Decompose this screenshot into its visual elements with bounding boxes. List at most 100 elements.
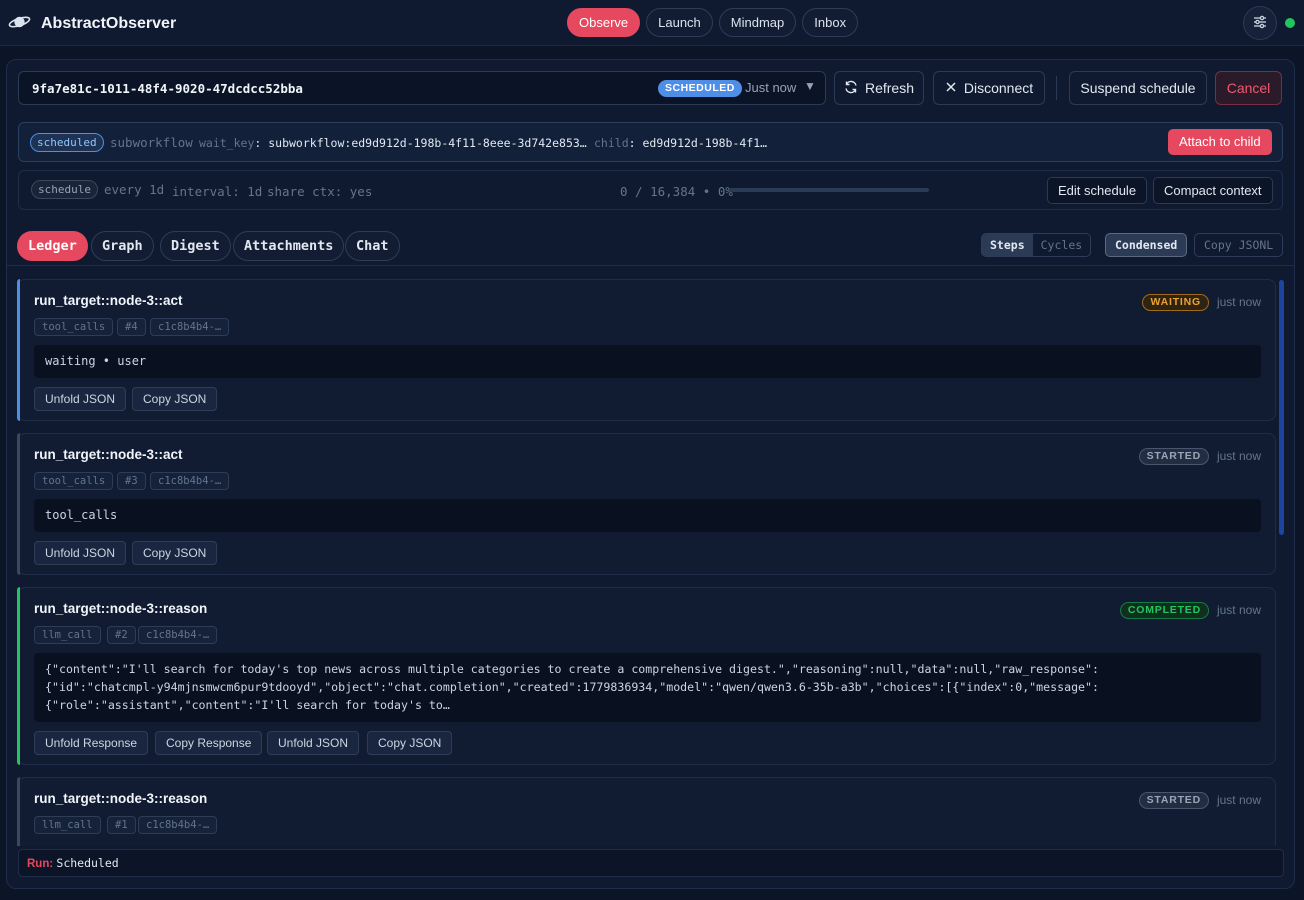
nav-mindmap[interactable]: Mindmap: [718, 8, 797, 37]
entry-time: just now: [1216, 295, 1261, 309]
condensed-toggle[interactable]: Condensed: [1105, 233, 1188, 257]
schedule-every: every 1d: [104, 182, 165, 197]
entry-content: {"content":"I'll search for today's top …: [34, 653, 1261, 722]
entry-seq-chip: #1: [107, 816, 136, 834]
ledger-list: run_target::node-3::act WAITING just now…: [7, 266, 1294, 846]
run-selector[interactable]: 9fa7e81c-1011-48f4-9020-47dcdcc52bba SCH…: [18, 71, 826, 105]
app-title: AbstractObserver: [41, 14, 177, 32]
suspend-schedule-button[interactable]: Suspend schedule: [1069, 71, 1207, 105]
unfold-response-button[interactable]: Unfold Response: [34, 731, 149, 755]
wait-info-row: scheduled subworkflow wait_key: subworkf…: [18, 122, 1283, 162]
entry-seq-chip: #3: [117, 472, 146, 490]
top-bar: AbstractObserver Observe Launch Mindmap …: [0, 0, 1304, 46]
tab-digest[interactable]: Digest: [160, 231, 231, 261]
entry-type-chip: tool_calls: [34, 318, 114, 336]
footer-label: Run:: [27, 858, 54, 870]
entry-title: run_target::node-3::act: [34, 293, 183, 308]
entry-seq-chip: #2: [107, 626, 136, 644]
ledger-entry[interactable]: run_target::node-3::reason STARTED just …: [17, 777, 1276, 846]
schedule-share-ctx: share ctx: yes: [267, 184, 373, 199]
entry-title: run_target::node-3::act: [34, 447, 183, 462]
close-icon: [945, 80, 957, 96]
child-id: child: ed9d912d-198b-4f1…: [594, 136, 767, 150]
status-badge: COMPLETED: [1119, 602, 1209, 619]
child-label: child: [594, 136, 629, 150]
tab-chat[interactable]: Chat: [345, 231, 400, 261]
entry-time: just now: [1216, 449, 1261, 463]
status-badge: WAITING: [1142, 294, 1209, 311]
edit-schedule-button[interactable]: Edit schedule: [1047, 177, 1148, 204]
planet-logo-icon: [8, 12, 31, 35]
entry-time: just now: [1216, 793, 1261, 807]
context-progress-bar: [729, 188, 929, 192]
entry-id-chip: c1c8b4b4-…: [138, 626, 218, 644]
tab-attachments[interactable]: Attachments: [233, 231, 345, 261]
status-badge: STARTED: [1138, 448, 1209, 465]
toolbar-divider: [1056, 76, 1057, 100]
ledger-entry[interactable]: run_target::node-3::act STARTED just now…: [17, 433, 1276, 575]
wait-kind: subworkflow: [110, 135, 193, 150]
copy-json-button[interactable]: Copy JSON: [132, 541, 218, 565]
child-value: : ed9d912d-198b-4f1…: [628, 136, 768, 150]
refresh-icon: [844, 80, 858, 97]
content-line: {"content":"I'll search for today's top …: [45, 662, 1099, 676]
content-line: tool_calls: [45, 508, 118, 522]
entry-seq-chip: #4: [117, 318, 146, 336]
entry-id-chip: c1c8b4b4-…: [150, 318, 230, 336]
content-line: waiting • user: [45, 354, 147, 368]
cancel-button[interactable]: Cancel: [1215, 71, 1282, 105]
wait-key-value: : subworkflow:ed9d912d-198b-4f11-8eee-3d…: [254, 136, 587, 150]
tab-graph[interactable]: Graph: [91, 231, 154, 261]
content-line: {"id":"chatcmpl-y94mjnsmwcm6pur9tdooyd",…: [45, 680, 1099, 694]
entry-id-chip: c1c8b4b4-…: [138, 816, 218, 834]
schedule-row: schedule every 1d interval: 1d share ctx…: [18, 170, 1283, 210]
settings-button[interactable]: [1243, 6, 1277, 40]
connection-status-dot: [1285, 18, 1295, 28]
unfold-json-button[interactable]: Unfold JSON: [267, 731, 360, 755]
tab-ledger[interactable]: Ledger: [17, 231, 88, 261]
run-time: Just now: [745, 80, 797, 95]
main-nav: Observe Launch Mindmap Inbox: [567, 8, 859, 37]
steps-toggle[interactable]: Steps: [982, 234, 1033, 256]
nav-observe[interactable]: Observe: [567, 8, 641, 37]
entry-title: run_target::node-3::reason: [34, 601, 208, 616]
disconnect-label: Disconnect: [963, 80, 1034, 96]
schedule-badge: schedule: [31, 180, 98, 199]
context-usage-text: 0 / 16,384 • 0%: [620, 184, 733, 199]
nav-inbox[interactable]: Inbox: [802, 8, 859, 37]
entry-time: just now: [1216, 603, 1261, 617]
entry-stripe: [17, 777, 20, 846]
view-mode-toggle: Steps Cycles: [981, 233, 1092, 257]
copy-jsonl-button[interactable]: Copy JSONL: [1194, 233, 1284, 257]
schedule-interval: interval: 1d: [172, 184, 263, 199]
run-status-badge: SCHEDULED: [658, 80, 742, 97]
wait-key: wait_key: subworkflow:ed9d912d-198b-4f11…: [199, 136, 587, 150]
unfold-json-button[interactable]: Unfold JSON: [34, 387, 127, 411]
chevron-down-icon[interactable]: ▼: [804, 79, 816, 93]
wait-status-badge: scheduled: [30, 133, 104, 152]
status-badge: STARTED: [1138, 792, 1209, 809]
entry-stripe: [17, 279, 20, 421]
unfold-json-button[interactable]: Unfold JSON: [34, 541, 127, 565]
disconnect-button[interactable]: Disconnect: [933, 71, 1045, 105]
copy-json-button[interactable]: Copy JSON: [367, 731, 453, 755]
entry-id-chip: c1c8b4b4-…: [150, 472, 230, 490]
ledger-entry[interactable]: run_target::node-3::reason COMPLETED jus…: [17, 587, 1276, 765]
brand[interactable]: AbstractObserver: [8, 12, 176, 35]
ledger-entry[interactable]: run_target::node-3::act WAITING just now…: [17, 279, 1276, 421]
compact-context-button[interactable]: Compact context: [1153, 177, 1273, 204]
entry-content: waiting • user: [34, 345, 1261, 378]
run-panel: 9fa7e81c-1011-48f4-9020-47dcdcc52bba SCH…: [6, 59, 1295, 889]
copy-response-button[interactable]: Copy Response: [155, 731, 263, 755]
nav-launch[interactable]: Launch: [646, 8, 713, 37]
cycles-toggle[interactable]: Cycles: [1033, 234, 1091, 256]
refresh-label: Refresh: [864, 80, 915, 96]
run-status-footer: Run: Scheduled: [18, 849, 1284, 877]
attach-to-child-button[interactable]: Attach to child: [1168, 129, 1272, 155]
content-line: {"role":"assistant","content":"I'll sear…: [45, 698, 450, 712]
entry-title: run_target::node-3::reason: [34, 791, 208, 806]
footer-value: Scheduled: [56, 856, 119, 870]
ledger-scrollbar[interactable]: [1279, 280, 1284, 535]
refresh-button[interactable]: Refresh: [834, 71, 924, 105]
copy-json-button[interactable]: Copy JSON: [132, 387, 218, 411]
